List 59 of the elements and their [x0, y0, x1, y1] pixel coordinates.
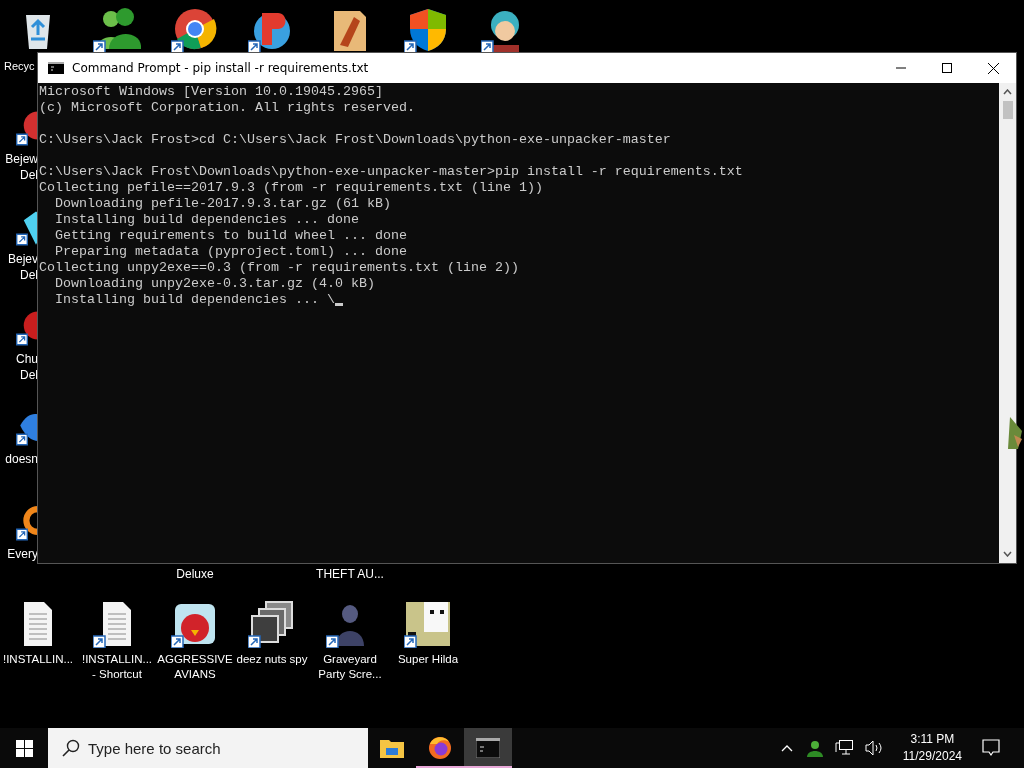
- icon-label: Del: [20, 168, 38, 182]
- icon-label: Super Hilda: [397, 652, 459, 667]
- icon-label: Deluxe: [175, 567, 215, 581]
- icon-label: - Shortcut: [92, 667, 142, 682]
- person-icon[interactable]: [804, 739, 823, 757]
- icon-label: deez nuts spy: [236, 652, 308, 667]
- icon-label: Del: [20, 368, 38, 382]
- app-icon[interactable]: [93, 5, 141, 53]
- close-icon: [987, 62, 999, 74]
- search-field[interactable]: Type here to search: [48, 728, 368, 768]
- terminal-line: Preparing metadata (pyproject.toml) ... done: [54, 244, 407, 260]
- taskbar-app[interactable]: [464, 728, 512, 768]
- notification-icon[interactable]: [982, 739, 1000, 757]
- icon-label: Recyc: [4, 59, 35, 73]
- volume-icon[interactable]: [864, 740, 883, 756]
- clock-time: 3:11 PM: [910, 731, 955, 748]
- app-icon[interactable]: [404, 600, 452, 648]
- terminal-line: (c) Microsoft Corporation. All rights reserved.: [39, 100, 415, 116]
- icon-label: doesn: [5, 452, 38, 466]
- scroll-up-icon[interactable]: [1003, 89, 1012, 95]
- scrollbar[interactable]: [999, 83, 1016, 563]
- terminal-line: Getting requirements to build wheel ... done: [54, 228, 407, 244]
- windows-logo-icon: [15, 739, 33, 757]
- icon-label: !INSTALLIN...: [2, 652, 74, 667]
- icon-label: AVIANS: [174, 667, 216, 682]
- app-icon[interactable]: [1006, 415, 1024, 451]
- maximize-icon: [942, 63, 952, 73]
- chevron-up-icon[interactable]: [780, 744, 793, 752]
- icon-label: Bejev: [7, 252, 38, 266]
- icon-label: !INSTALLIN...: [81, 652, 153, 667]
- terminal-line: Microsoft Windows [Version 10.0.19045.2965]: [39, 84, 383, 100]
- icon-label: THEFT AU...: [315, 567, 385, 581]
- icon-label: Party Scre...: [318, 667, 382, 682]
- terminal-line: Collecting unpy2exe==0.3 (from -r requirements.txt (line 2)): [39, 260, 519, 276]
- icon-label: Graveyard: [323, 652, 377, 667]
- terminal-line: Downloading unpy2exe-0.3.tar.gz (4.0 kB): [54, 276, 375, 292]
- scroll-down-icon[interactable]: [1003, 551, 1012, 557]
- terminal-line: C:\Users\Jack Frost>cd C:\Users\Jack Frost\Downloads\python-exe-unpacker-master: [39, 132, 671, 148]
- terminal-line: Downloading pefile-2017.9.3.tar.gz (61 kB): [54, 196, 391, 212]
- search-icon: [62, 739, 80, 757]
- icon-label: AGGRESSIVE: [157, 652, 233, 667]
- icon-label: Del: [20, 268, 38, 282]
- browser-icon: [428, 736, 452, 760]
- terminal-line: Installing build dependencies ... done: [54, 212, 359, 228]
- terminal-line: C:\Users\Jack Frost\Downloads\python-exe-unpacker-master>pip install -r requirements.txt: [39, 164, 743, 180]
- terminal-line: Collecting pefile==2017.9.3 (from -r requirements.txt (line 1)): [39, 180, 543, 196]
- clock[interactable]: 3:11 PM 11/29/2024: [902, 731, 962, 765]
- icon-label: Bejew: [5, 152, 38, 166]
- scrollbar-thumb[interactable]: [1002, 101, 1013, 119]
- folder-icon: [380, 738, 404, 758]
- window-title: Command Prompt - pip install -r requirements.txt: [72, 61, 370, 75]
- clock-date: 11/29/2024: [902, 748, 962, 765]
- terminal-icon: [476, 738, 500, 758]
- terminal-icon: [48, 62, 64, 74]
- terminal-line: Installing build dependencies ... \: [54, 292, 335, 308]
- icon-label: Every: [7, 547, 38, 561]
- network-icon[interactable]: [834, 740, 853, 756]
- icon-label: Chu: [16, 352, 38, 366]
- app-icon[interactable]: [248, 600, 296, 648]
